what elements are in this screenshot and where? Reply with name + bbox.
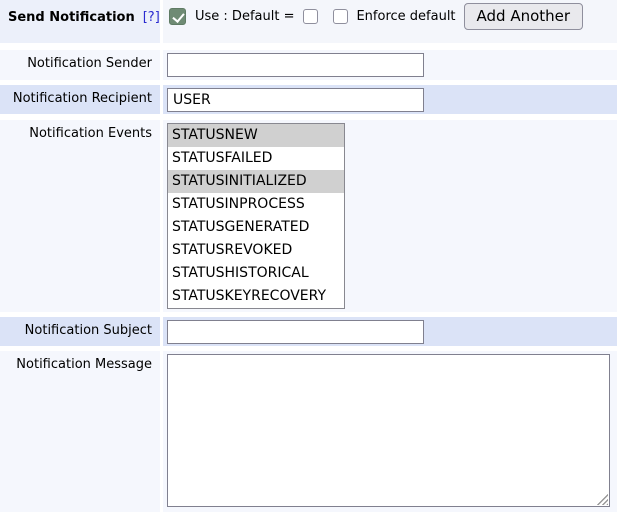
subject-input[interactable] <box>167 320 424 344</box>
event-option-statusgenerated[interactable]: STATUSGENERATED <box>168 216 344 239</box>
header-label-cell: Send Notification [?] <box>0 0 160 43</box>
default-checkbox[interactable] <box>303 9 318 24</box>
subject-label: Notification Subject <box>0 317 160 346</box>
event-option-statusrevoked[interactable]: STATUSREVOKED <box>168 239 344 262</box>
recipient-input[interactable] <box>167 88 424 112</box>
header-row: Send Notification [?] Use : Default = En… <box>0 0 617 43</box>
event-option-statushistorical[interactable]: STATUSHISTORICAL <box>168 262 344 285</box>
events-label: Notification Events <box>0 120 160 312</box>
header-controls-cell: Use : Default = Enforce default Add Anot… <box>163 0 617 43</box>
events-listbox[interactable]: STATUSNEWSTATUSFAILEDSTATUSINITIALIZEDST… <box>167 123 345 309</box>
event-option-statusfailed[interactable]: STATUSFAILED <box>168 147 344 170</box>
event-option-statusinprocess[interactable]: STATUSINPROCESS <box>168 193 344 216</box>
event-option-statusinitialized[interactable]: STATUSINITIALIZED <box>168 170 344 193</box>
message-row: Notification Message <box>0 351 617 512</box>
section-title: Send Notification <box>8 10 135 25</box>
recipient-row: Notification Recipient <box>0 85 617 114</box>
send-notification-form: Send Notification [?] Use : Default = En… <box>0 0 617 512</box>
recipient-label: Notification Recipient <box>0 85 160 114</box>
events-row: Notification Events STATUSNEWSTATUSFAILE… <box>0 120 617 312</box>
sender-label: Notification Sender <box>0 50 160 80</box>
add-another-button[interactable]: Add Another <box>464 3 584 30</box>
subject-row: Notification Subject <box>0 317 617 346</box>
sender-input[interactable] <box>167 53 424 77</box>
use-checkbox[interactable] <box>169 8 186 25</box>
event-option-statusnew[interactable]: STATUSNEW <box>168 124 344 147</box>
help-link[interactable]: [?] <box>143 10 160 25</box>
enforce-checkbox[interactable] <box>333 9 348 24</box>
message-label: Notification Message <box>0 351 160 512</box>
use-default-label: Use : Default = <box>195 9 294 24</box>
event-option-statuskeyrecovery[interactable]: STATUSKEYRECOVERY <box>168 285 344 308</box>
enforce-default-label: Enforce default <box>356 9 455 24</box>
sender-row: Notification Sender <box>0 50 617 80</box>
message-textarea[interactable] <box>167 354 610 507</box>
